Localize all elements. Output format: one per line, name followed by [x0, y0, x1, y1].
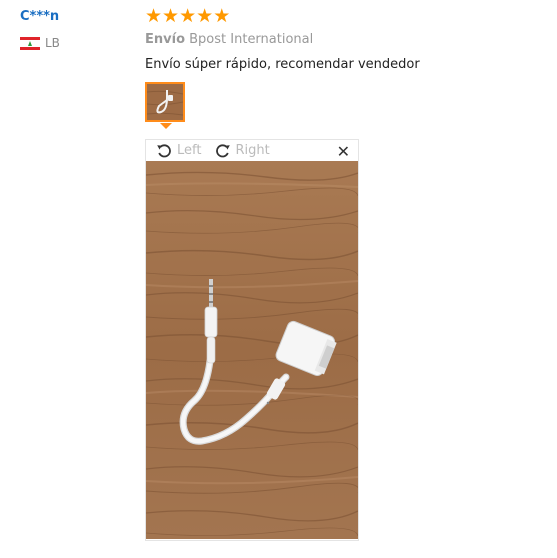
reviewer-country: LB: [20, 36, 60, 50]
star-icon: ★: [196, 5, 214, 27]
star-icon: ★: [213, 5, 231, 27]
thumbnail-selected-indicator: [160, 123, 172, 129]
photo-viewer-toolbar: Left Right ✕: [146, 140, 358, 161]
shipping-info: Envío Bpost International: [145, 32, 313, 47]
shipping-label: Envío: [145, 32, 185, 47]
star-icon: ★: [179, 5, 197, 27]
rotate-right-button[interactable]: Right: [214, 143, 270, 158]
star-rating: ★ ★ ★ ★ ★: [145, 6, 230, 26]
rotate-right-icon: [216, 144, 231, 158]
review-photo-thumbnail[interactable]: [145, 82, 185, 122]
rotate-right-label: Right: [235, 143, 270, 158]
photo-thumbnail-image: [147, 84, 183, 120]
cable-photo-image: [146, 161, 358, 539]
rotate-left-button[interactable]: Left: [156, 143, 201, 158]
close-icon[interactable]: ✕: [337, 142, 350, 161]
reviewer-name: C***n: [20, 9, 60, 24]
rotate-left-label: Left: [177, 143, 202, 158]
country-code: LB: [45, 36, 60, 50]
rotate-left-icon: [157, 144, 171, 158]
shipping-carrier: Bpost International: [189, 32, 314, 47]
star-icon: ★: [162, 5, 180, 27]
star-icon: ★: [145, 5, 163, 27]
lebanon-flag-icon: [20, 36, 40, 50]
review-text: Envío súper rápido, recomendar vendedor: [145, 57, 420, 72]
photo-viewer: Left Right ✕: [145, 139, 359, 541]
review-photo: [146, 161, 358, 539]
